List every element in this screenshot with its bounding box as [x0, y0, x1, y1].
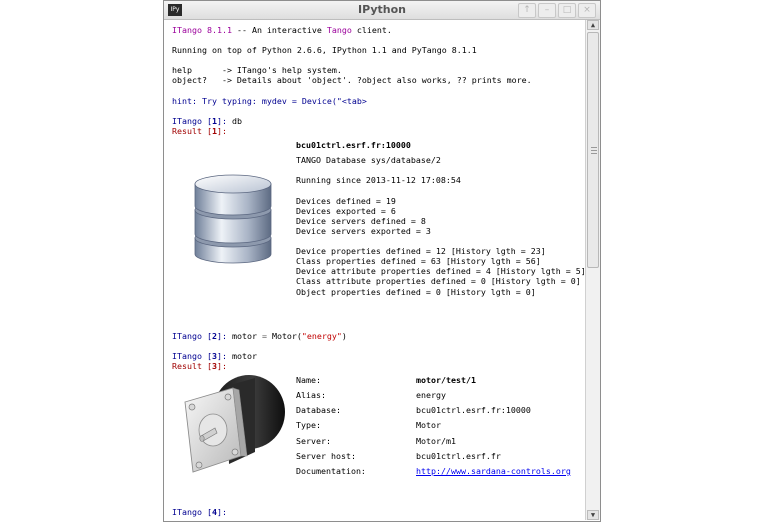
motor-alias-value: energy [416, 390, 446, 400]
close-button[interactable]: × [578, 3, 596, 18]
db-stat-line: Device servers defined = 8 [296, 216, 426, 226]
motor-alias-label: Alias: [296, 390, 326, 400]
input-prompt-3: ITango [3]: motor [172, 351, 257, 361]
motor-server-host-label: Server host: [296, 451, 356, 461]
db-prop-line: Class attribute properties defined = 0 [… [296, 276, 581, 286]
motor-type-label: Type: [296, 420, 321, 430]
vertical-scrollbar[interactable]: ▲ ▼ [585, 20, 600, 520]
input-prompt-2: ITango [2]: motor = Motor("energy") [172, 331, 347, 341]
motor-name-value: motor/test/1 [416, 375, 476, 385]
result-prompt-1: Result [1]: [172, 126, 227, 136]
db-host: bcu01ctrl.esrf.fr:10000 [296, 140, 411, 150]
banner-object-line: object? -> Details about 'object'. ?obje… [172, 75, 532, 85]
db-name: TANGO Database sys/database/2 [296, 155, 441, 165]
minimize-button[interactable]: – [538, 3, 556, 18]
motor-server-host-value: bcu01ctrl.esrf.fr [416, 451, 501, 461]
motor-database-label: Database: [296, 405, 341, 415]
console-output[interactable]: ITango 8.1.1 -- An interactive Tango cli… [165, 20, 585, 520]
db-prop-line: Object properties defined = 0 [History l… [296, 287, 536, 297]
banner-line: ITango 8.1.1 -- An interactive Tango cli… [172, 25, 392, 35]
scroll-thumb[interactable] [587, 32, 599, 268]
motor-database-value: bcu01ctrl.esrf.fr:10000 [416, 405, 531, 415]
db-prop-line: Class properties defined = 63 [History l… [296, 256, 541, 266]
input-prompt-1: ITango [1]: db [172, 116, 242, 126]
input-prompt-4[interactable]: ITango [4]: [172, 507, 227, 517]
stepper-motor-icon [184, 375, 285, 473]
motor-server-value: Motor/m1 [416, 436, 456, 446]
database-icon [194, 174, 272, 264]
motor-documentation-label: Documentation: [296, 466, 366, 476]
result-prompt-3: Result [3]: [172, 361, 227, 371]
motor-server-label: Server: [296, 436, 331, 446]
db-running-since: Running since 2013-11-12 17:08:54 [296, 175, 461, 185]
db-prop-line: Device properties defined = 12 [History … [296, 246, 546, 256]
motor-name-label: Name: [296, 375, 321, 385]
db-stat-line: Devices defined = 19 [296, 196, 396, 206]
scroll-down-arrow[interactable]: ▼ [587, 510, 599, 520]
motor-type-value: Motor [416, 420, 441, 430]
hint-line: hint: Try typing: mydev = Device("<tab> [172, 96, 367, 106]
ipython-window: IPy IPython ↑ – □ × ITango 8.1.1 -- An i… [163, 0, 601, 522]
db-prop-line: Device attribute properties defined = 4 … [296, 266, 585, 276]
maximize-button[interactable]: □ [558, 3, 576, 18]
keep-above-button[interactable]: ↑ [518, 3, 536, 18]
title-bar[interactable]: IPy IPython ↑ – □ × [164, 1, 600, 20]
banner-help-line: help -> ITango's help system. [172, 65, 342, 75]
db-stat-line: Devices exported = 6 [296, 206, 396, 216]
db-stat-line: Device servers exported = 3 [296, 226, 431, 236]
banner-version-line: Running on top of Python 2.6.6, IPython … [172, 45, 477, 55]
scroll-up-arrow[interactable]: ▲ [587, 20, 599, 30]
motor-documentation-link[interactable]: http://www.sardana-controls.org [416, 466, 571, 476]
